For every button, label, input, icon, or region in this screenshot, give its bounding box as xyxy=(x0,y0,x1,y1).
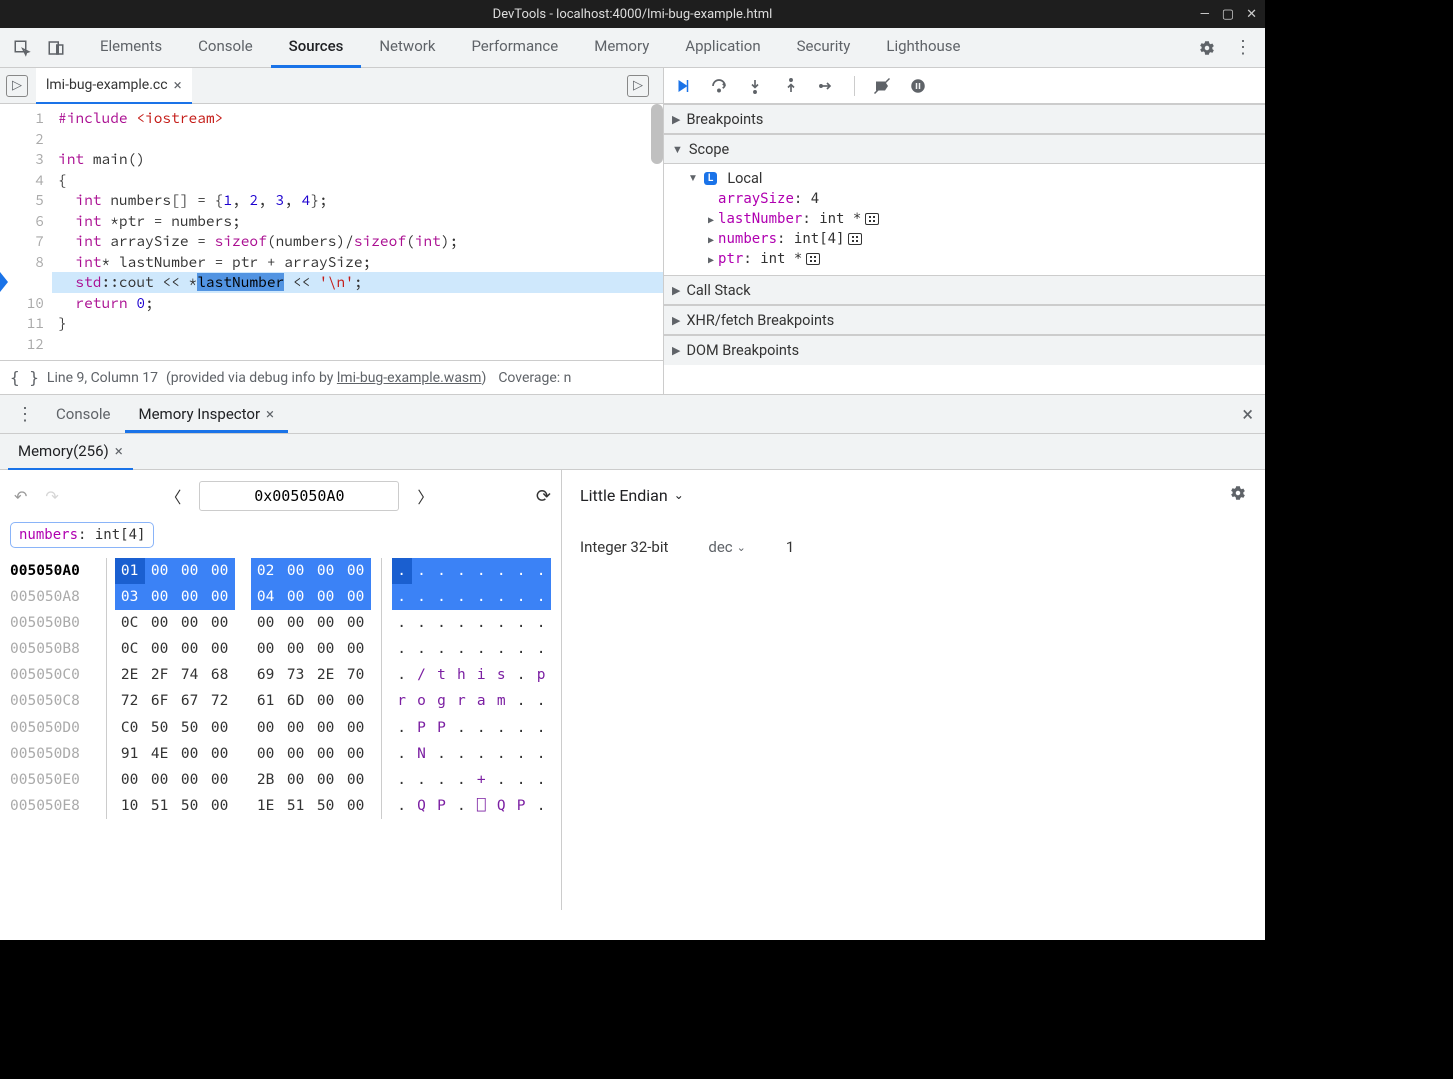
snippets-icon[interactable]: ▷ xyxy=(6,75,28,97)
scope-variable[interactable]: ▶ptr: int * xyxy=(664,249,1265,269)
hex-row[interactable]: 005050C8726F6772616D0000rogram.. xyxy=(10,688,551,714)
decoded-value: 1 xyxy=(786,538,794,556)
address-input[interactable] xyxy=(199,481,399,511)
code-line[interactable]: } xyxy=(52,313,663,334)
memory-icon[interactable] xyxy=(848,233,862,245)
code-line[interactable]: std::cout << *lastNumber << '\n'; xyxy=(52,272,663,293)
memory-tab[interactable]: Memory(256) × xyxy=(8,434,133,470)
dom-breakpoints-section[interactable]: ▶DOM Breakpoints xyxy=(664,335,1265,365)
drawer-more-icon[interactable]: ⋮ xyxy=(8,404,42,425)
close-icon[interactable]: × xyxy=(115,442,123,460)
step-icon[interactable] xyxy=(818,77,836,95)
chevron-down-icon: ⌄ xyxy=(674,488,684,502)
tab-performance[interactable]: Performance xyxy=(453,27,576,68)
memory-settings-icon[interactable] xyxy=(1229,484,1247,506)
tab-console[interactable]: Console xyxy=(180,27,271,68)
code-line[interactable]: int numbers[] = {1, 2, 3, 4}; xyxy=(52,190,663,211)
file-tab-name: lmi-bug-example.cc xyxy=(46,77,168,93)
file-tabs: ▷ lmi-bug-example.cc × ▷ xyxy=(0,68,663,104)
step-out-icon[interactable] xyxy=(782,77,800,95)
code-line[interactable]: int* lastNumber = ptr + arraySize; xyxy=(52,252,663,273)
hex-row[interactable]: 005050B80C00000000000000........ xyxy=(10,636,551,662)
breakpoints-section[interactable]: ▶Breakpoints xyxy=(664,104,1265,134)
memory-icon[interactable] xyxy=(806,253,820,265)
close-icon[interactable]: × xyxy=(266,405,274,423)
deactivate-breakpoints-icon[interactable] xyxy=(873,77,891,95)
hex-row[interactable]: 005050E0000000002B000000....+... xyxy=(10,767,551,793)
hex-row[interactable]: 005050E8105150001E515000.QP.⎕QP. xyxy=(10,793,551,819)
scope-variable[interactable]: ▶arraySize: 4 xyxy=(664,189,1265,209)
resume-icon[interactable] xyxy=(674,77,692,95)
wasm-link[interactable]: lmi-bug-example.wasm xyxy=(337,370,482,386)
prev-page-icon[interactable]: 〈 xyxy=(161,480,185,512)
maximize-button[interactable]: ▢ xyxy=(1222,7,1234,22)
hex-row[interactable]: 005050B00C00000000000000........ xyxy=(10,610,551,636)
settings-icon[interactable] xyxy=(1193,34,1221,62)
scrollbar[interactable] xyxy=(651,104,663,164)
refresh-icon[interactable]: ⟳ xyxy=(536,486,551,507)
devtools-topbar: ElementsConsoleSourcesNetworkPerformance… xyxy=(0,28,1265,68)
memory-chip[interactable]: numbers: int[4] xyxy=(10,522,154,548)
tab-sources[interactable]: Sources xyxy=(271,27,362,68)
hex-row[interactable]: 005050D0C050500000000000.PP..... xyxy=(10,715,551,741)
tab-elements[interactable]: Elements xyxy=(82,27,180,68)
scope-local[interactable]: ▼ L Local xyxy=(664,168,1265,189)
next-page-icon[interactable]: 〉 xyxy=(413,480,437,512)
hex-row[interactable]: 005050D8914E000000000000.N...... xyxy=(10,741,551,767)
tab-application[interactable]: Application xyxy=(667,27,778,68)
scope-variable[interactable]: ▶numbers: int[4] xyxy=(664,229,1265,249)
cursor-position: Line 9, Column 17 xyxy=(47,370,158,386)
titlebar: DevTools - localhost:4000/lmi-bug-exampl… xyxy=(0,0,1265,28)
status-bar: { } Line 9, Column 17 (provided via debu… xyxy=(0,360,663,394)
tab-security[interactable]: Security xyxy=(779,27,869,68)
code-line[interactable]: int arraySize = sizeof(numbers)/sizeof(i… xyxy=(52,231,663,252)
scope-section[interactable]: ▼Scope xyxy=(664,134,1265,164)
code-line[interactable] xyxy=(52,334,663,355)
code-line[interactable] xyxy=(52,129,663,150)
drawer-tab-memory-inspector[interactable]: Memory Inspector× xyxy=(125,395,289,433)
inspect-element-icon[interactable] xyxy=(8,34,36,62)
code-line[interactable]: return 0; xyxy=(52,293,663,314)
scope-variable[interactable]: ▶lastNumber: int * xyxy=(664,209,1265,229)
code-editor[interactable]: 123456789101112 #include <iostream> int … xyxy=(0,104,663,360)
pause-on-exceptions-icon[interactable] xyxy=(909,77,927,95)
undo-icon[interactable]: ↶ xyxy=(10,483,31,510)
hex-row[interactable]: 005050A00100000002000000........ xyxy=(10,558,551,584)
hex-row[interactable]: 005050C02E2F746869732E70./this.p xyxy=(10,662,551,688)
code-line[interactable]: int *ptr = numbers; xyxy=(52,211,663,232)
local-badge: L xyxy=(704,172,717,185)
step-into-icon[interactable] xyxy=(746,77,764,95)
drawer-close-icon[interactable]: × xyxy=(1238,402,1257,426)
close-icon[interactable]: × xyxy=(174,76,182,94)
window-title: DevTools - localhost:4000/lmi-bug-exampl… xyxy=(493,7,773,22)
coverage-label: Coverage: n xyxy=(498,370,571,386)
tab-lighthouse[interactable]: Lighthouse xyxy=(868,27,978,68)
file-tab[interactable]: lmi-bug-example.cc × xyxy=(36,68,192,104)
redo-icon[interactable]: ↷ xyxy=(41,483,62,510)
hex-row[interactable]: 005050A80300000004000000........ xyxy=(10,584,551,610)
run-icon[interactable]: ▷ xyxy=(627,75,649,97)
value-format-select[interactable]: dec ⌄ xyxy=(708,538,745,556)
value-type: Integer 32-bit xyxy=(580,538,668,556)
minimize-button[interactable]: — xyxy=(1200,7,1210,22)
endianness-select[interactable]: Little Endian ⌄ xyxy=(580,486,684,505)
step-over-icon[interactable] xyxy=(710,77,728,95)
tab-network[interactable]: Network xyxy=(361,27,453,68)
drawer-tabs: ⋮ Console Memory Inspector× × xyxy=(0,394,1265,434)
device-toolbar-icon[interactable] xyxy=(42,34,70,62)
memory-icon[interactable] xyxy=(865,213,879,225)
tab-memory[interactable]: Memory xyxy=(576,27,667,68)
drawer-tab-console[interactable]: Console xyxy=(42,395,125,433)
more-icon[interactable]: ⋮ xyxy=(1229,34,1257,62)
debugger-toolbar xyxy=(664,68,1265,104)
close-button[interactable]: ✕ xyxy=(1246,7,1257,22)
code-line[interactable]: int main() xyxy=(52,149,663,170)
code-line[interactable]: #include <iostream> xyxy=(52,108,663,129)
xhr-breakpoints-section[interactable]: ▶XHR/fetch Breakpoints xyxy=(664,305,1265,335)
pretty-print-icon[interactable]: { } xyxy=(10,368,39,387)
code-line[interactable]: { xyxy=(52,170,663,191)
callstack-section[interactable]: ▶Call Stack xyxy=(664,275,1265,305)
